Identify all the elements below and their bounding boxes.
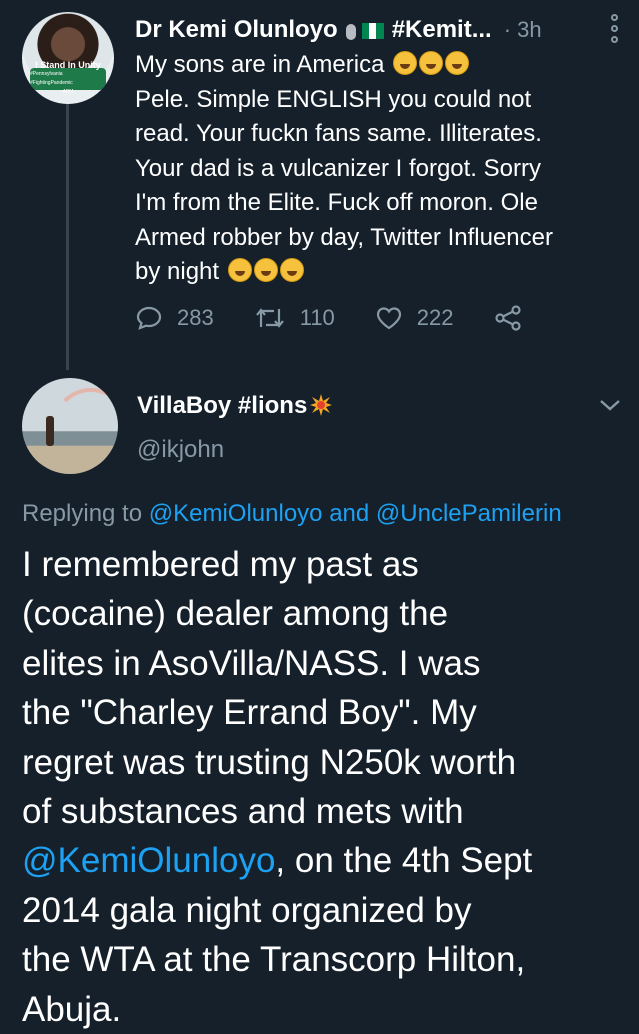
display-name-suffix[interactable]: #Kemit... — [392, 16, 492, 44]
display-name[interactable]: Dr Kemi Olunloyo — [135, 16, 338, 44]
avatar-badge-subtext: #Pennsylvania #FightingPandemic — [30, 71, 73, 86]
tweet-text: My sons are in America Pele. Simple ENGL… — [135, 48, 615, 290]
mention-link[interactable]: @UnclePamilerin — [376, 500, 562, 527]
tweet-line: Your dad is a vulcanizer I forgot. Sorry — [135, 154, 541, 182]
crying-face-emoji — [419, 51, 444, 75]
replying-prefix: Replying to — [22, 500, 143, 527]
tweet-text: I remembered my past as (cocaine) dealer… — [22, 540, 622, 1034]
avatar[interactable]: I Stand In Unity #Pennsylvania #Fighting… — [22, 12, 114, 104]
nigeria-flag-icon — [361, 23, 384, 39]
retweet-icon — [255, 308, 284, 328]
reply-button[interactable]: 283 — [135, 305, 214, 331]
mention-link[interactable]: @KemiOlunloyo — [149, 500, 323, 527]
tweet-line: I'm from the Elite. Fuck off moron. Ole — [135, 189, 538, 216]
share-button[interactable] — [494, 305, 538, 331]
share-icon — [494, 305, 521, 331]
display-name[interactable]: VillaBoy #lions — [137, 392, 333, 420]
collision-emoji — [310, 394, 333, 416]
heart-icon — [376, 307, 401, 330]
like-count: 222 — [416, 305, 454, 330]
rainbow-graphic — [52, 388, 118, 466]
reply-count: 283 — [177, 305, 214, 330]
rofl-emoji — [279, 258, 304, 282]
tweet-actions: 283 110 222 — [135, 305, 538, 331]
tweet-line: by night — [135, 258, 220, 285]
retweet-count: 110 — [299, 305, 335, 330]
tweet-line: My sons are in America — [135, 51, 385, 78]
like-button[interactable]: 222 — [375, 305, 454, 331]
crying-face-emoji — [393, 51, 418, 75]
avatar-badge-logo: APM — [62, 89, 74, 95]
reply-icon — [136, 306, 162, 330]
person-graphic — [46, 416, 54, 446]
display-name-text: VillaBoy #lions — [137, 392, 308, 419]
retweet-button[interactable]: 110 — [254, 305, 335, 331]
tweet-line: Armed robber by day, Twitter Influencer — [135, 223, 553, 251]
rofl-emoji — [253, 258, 278, 282]
mention-link[interactable]: @KemiOlunloyo — [22, 841, 275, 880]
more-options-icon[interactable] — [611, 14, 621, 43]
replying-to: Replying to @KemiOlunloyo and @UnclePami… — [22, 500, 562, 528]
avatar-badge-text: I Stand In Unity — [35, 60, 101, 70]
avatar-badge: I Stand In Unity #Pennsylvania #Fighting… — [30, 61, 106, 95]
replying-and[interactable]: and — [329, 500, 369, 527]
user-handle[interactable]: @ikjohn — [137, 436, 224, 464]
tweet-line: Pele. Simple ENGLISH you could not — [135, 85, 532, 113]
microphone-icon — [345, 24, 356, 40]
crying-face-emoji — [445, 51, 470, 75]
tweet-timestamp[interactable]: · 3h — [504, 17, 542, 43]
tweet-text-part: I remembered my past as (cocaine) dealer… — [22, 545, 517, 832]
thread-connector-line — [66, 98, 69, 370]
chevron-down-icon[interactable] — [599, 398, 621, 412]
tweet-header: Dr Kemi Olunloyo #Kemit... · 3h — [135, 14, 625, 46]
tweet-line: read. Your fuckn fans same. Illiterates. — [135, 120, 542, 147]
rofl-emoji — [227, 258, 252, 282]
avatar[interactable] — [22, 378, 118, 474]
